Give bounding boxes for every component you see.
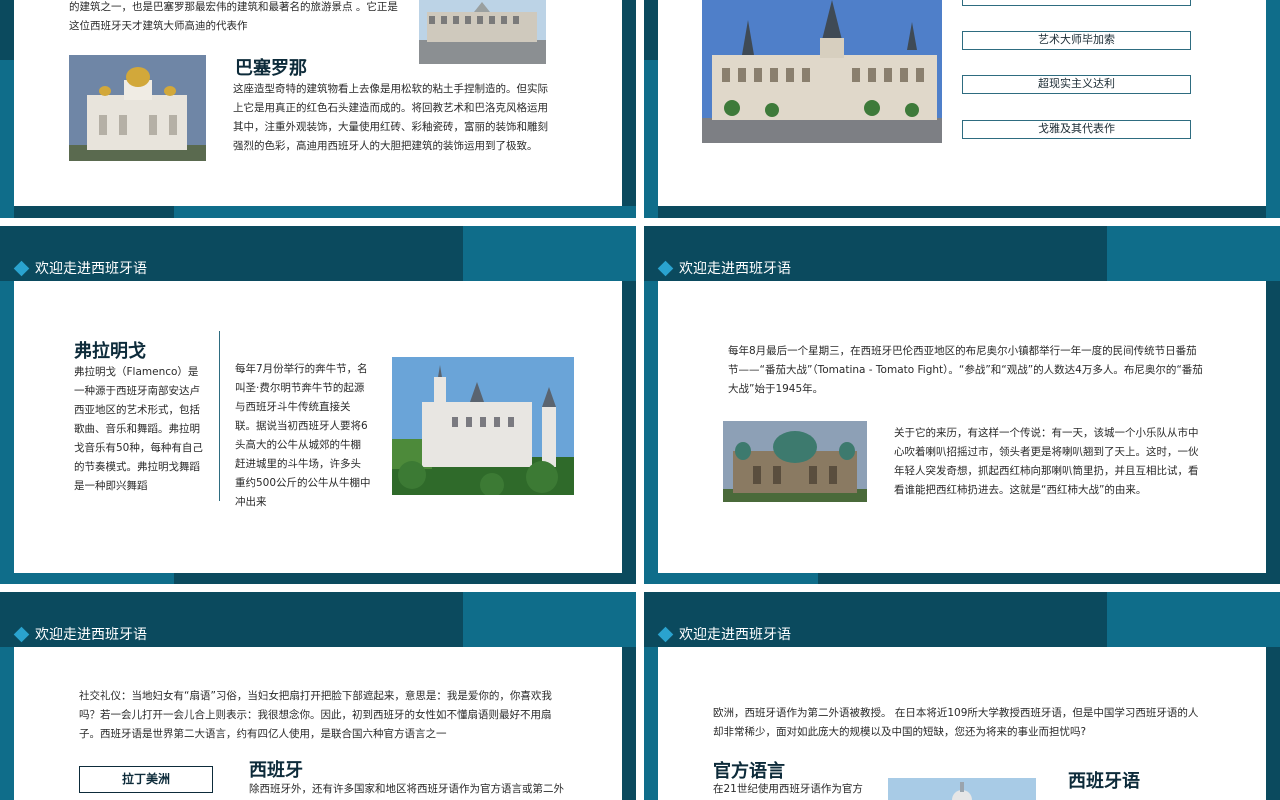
official-language-text: 在21世纪使用西班牙语作为官方 <box>713 783 863 795</box>
diamond-icon <box>13 626 30 642</box>
slide-band <box>0 281 14 573</box>
bull-run-text: 每年7月份举行的奔牛节，名叫圣·费尔明节奔牛节的起源与西班牙斗牛传统直接关联。据… <box>235 363 371 508</box>
slide-band <box>644 281 658 573</box>
education-text: 欧洲，西班牙语作为第二外语被教授。 在日本将近109所大学教授西班牙语，但是中国… <box>713 707 1199 738</box>
slide-band <box>644 60 658 218</box>
section-title: 巴塞罗那 <box>235 58 307 79</box>
dali-button[interactable]: 超现实主义达利 <box>962 75 1191 94</box>
flamenco-text: 弗拉明戈（Flamenco）是一种源于西班牙南部安达卢西亚地区的艺术形式，包括歌… <box>74 366 203 492</box>
building-photo <box>702 0 942 143</box>
intro-text: 的建筑之一，也是巴塞罗那最宏伟的建筑和最著名的旅游景点 。它正是这位西班牙天才建… <box>69 1 398 32</box>
slide-card: 每年8月最后一个星期三，在西班牙巴伦西亚地区的布尼奥尔小镇都举行一年一度的民间传… <box>658 281 1266 573</box>
goya-button[interactable]: 戈雅及其代表作 <box>962 120 1191 139</box>
section-title: 西班牙 <box>249 760 303 781</box>
slide-flamenco: 欢迎走进西班牙语 弗拉明戈 弗拉明戈（Flamenco）是一种源于西班牙南部安达… <box>0 226 636 584</box>
slide-card: 社交礼仪：当地妇女有“扇语”习俗，当妇女把扇打开把脸下部遮起来，意思是：我是爱你… <box>14 647 622 800</box>
slide-card: 艺术大师毕加索 超现实主义达利 戈雅及其代表作 <box>658 0 1266 206</box>
slide-band <box>174 206 636 218</box>
slide-band <box>644 647 658 800</box>
slide-band <box>1107 226 1280 281</box>
section-title-right: 西班牙语 <box>1068 771 1140 792</box>
slide-band <box>463 592 636 647</box>
tomatina-story-text: 关于它的来历，有这样一个传说：有一天，该城一个小乐队从市中心吹着喇叭招摇过市，领… <box>894 427 1199 496</box>
slide-header: 欢迎走进西班牙语 <box>13 624 147 644</box>
slide-band <box>0 60 14 218</box>
slide-card: 的建筑之一，也是巴塞罗那最宏伟的建筑和最著名的旅游景点 。它正是这位西班牙天才建… <box>14 0 622 206</box>
slide-header-text: 欢迎走进西班牙语 <box>35 627 147 643</box>
diamond-icon <box>657 260 674 276</box>
slide-official-language: 欢迎走进西班牙语 欧洲，西班牙语作为第二外语被教授。 在日本将近109所大学教授… <box>644 592 1280 800</box>
slide-barcelona: 的建筑之一，也是巴塞罗那最宏伟的建筑和最著名的旅游景点 。它正是这位西班牙天才建… <box>0 0 636 218</box>
slide-etiquette: 欢迎走进西班牙语 社交礼仪：当地妇女有“扇语”习俗，当妇女把扇打开把脸下部遮起来… <box>0 592 636 800</box>
slide-header: 欢迎走进西班牙语 <box>657 624 791 644</box>
divider <box>219 331 220 501</box>
slide-card: 弗拉明戈 弗拉明戈（Flamenco）是一种源于西班牙南部安达卢西亚地区的艺术形… <box>14 281 622 573</box>
slide-band <box>644 573 818 584</box>
section-body: 除西班牙外，还有许多国家和地区将西班牙语作为官方语言或第二外 <box>249 783 564 795</box>
section-body: 这座造型奇特的建筑物看上去像是用松软的粘土手捏制造的。但实际上它是用真正的红色石… <box>233 83 548 152</box>
slide-header: 欢迎走进西班牙语 <box>13 258 147 278</box>
cathedral-photo <box>69 55 206 161</box>
cathedral-photo <box>723 421 867 502</box>
castle-photo <box>392 357 574 495</box>
slide-band <box>463 226 636 281</box>
slide-art: 艺术大师毕加索 超现实主义达利 戈雅及其代表作 <box>644 0 1280 218</box>
art-button-partial[interactable] <box>962 0 1191 6</box>
church-photo <box>888 778 1036 800</box>
latin-america-button[interactable]: 拉丁美洲 <box>79 766 213 793</box>
slide-header-text: 欢迎走进西班牙语 <box>679 627 791 643</box>
slide-band <box>1107 592 1280 647</box>
slide-band <box>0 573 174 584</box>
picasso-button[interactable]: 艺术大师毕加索 <box>962 31 1191 50</box>
slide-band <box>0 647 14 800</box>
diamond-icon <box>657 626 674 642</box>
section-title: 弗拉明戈 <box>74 341 146 362</box>
slide-band <box>1266 0 1280 218</box>
slide-header-text: 欢迎走进西班牙语 <box>35 261 147 277</box>
building-photo <box>419 0 546 64</box>
slide-tomatina: 欢迎走进西班牙语 每年8月最后一个星期三，在西班牙巴伦西亚地区的布尼奥尔小镇都举… <box>644 226 1280 584</box>
tomatina-text: 每年8月最后一个星期三，在西班牙巴伦西亚地区的布尼奥尔小镇都举行一年一度的民间传… <box>728 345 1203 395</box>
diamond-icon <box>13 260 30 276</box>
slide-header-text: 欢迎走进西班牙语 <box>679 261 791 277</box>
slide-card: 欧洲，西班牙语作为第二外语被教授。 在日本将近109所大学教授西班牙语，但是中国… <box>658 647 1266 800</box>
slide-header: 欢迎走进西班牙语 <box>657 258 791 278</box>
etiquette-text: 社交礼仪：当地妇女有“扇语”习俗，当妇女把扇打开把脸下部遮起来，意思是：我是爱你… <box>79 690 552 740</box>
